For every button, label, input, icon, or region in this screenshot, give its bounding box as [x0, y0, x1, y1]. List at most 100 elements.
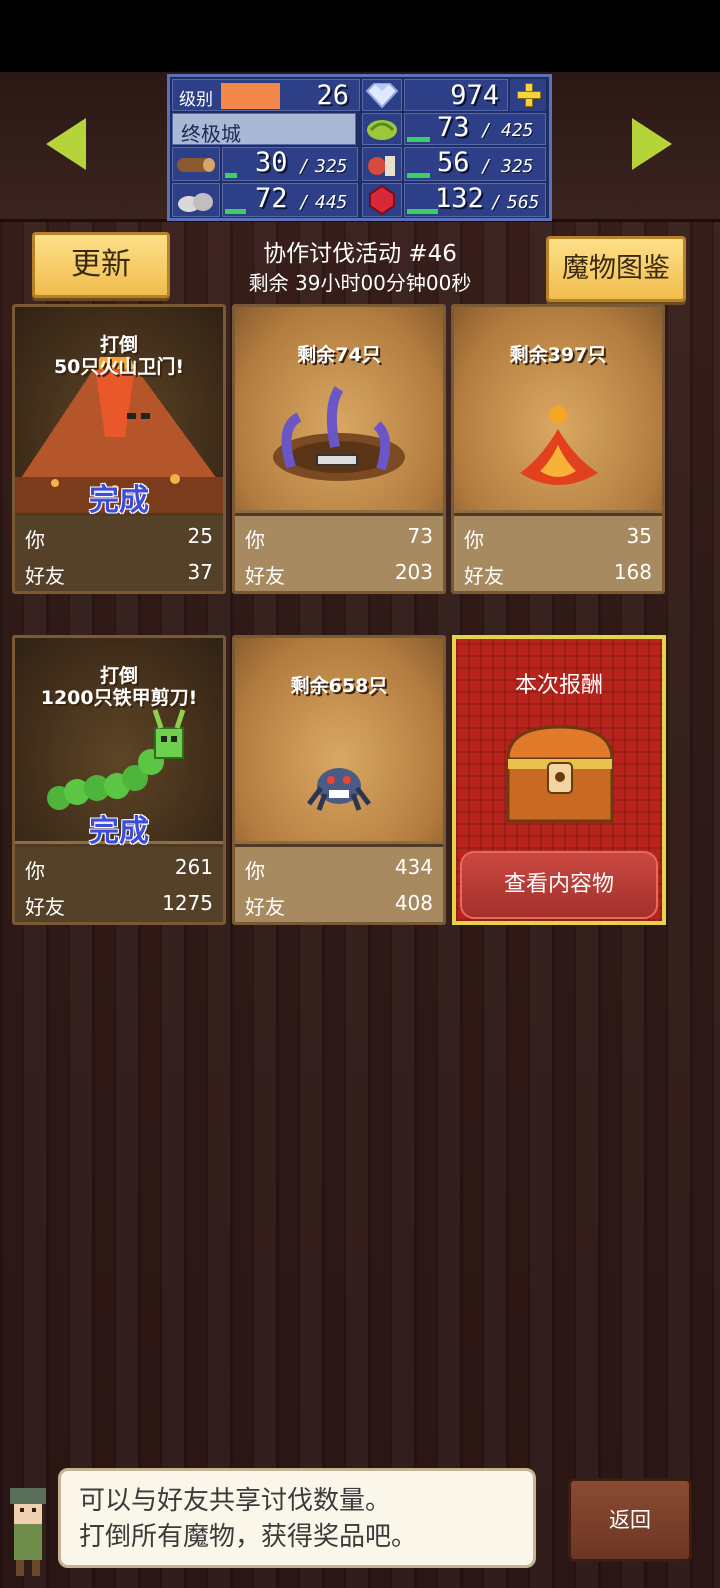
you-count: 261	[174, 855, 213, 879]
card-stats: 你 35 好友 168	[454, 516, 662, 591]
stone-icon	[172, 183, 220, 217]
you-row: 你 35	[464, 518, 652, 552]
you-label: 你	[25, 528, 45, 552]
done-badge: 完成	[89, 814, 149, 849]
monster-card-worm[interactable]: 剩余74只 你 73 好友 203	[232, 304, 446, 594]
monster-book-button[interactable]: 魔物图鉴	[546, 236, 686, 302]
food-cell: 56 / 325	[404, 147, 546, 181]
wood-separator: /	[299, 156, 310, 177]
ruby-bar	[407, 209, 438, 214]
view-contents-button[interactable]: 查看内容物	[460, 851, 658, 919]
grass-bar	[407, 137, 430, 142]
ruby-current: 132	[435, 183, 484, 214]
gem-count-cell: 974	[404, 79, 508, 111]
card-stats: 你 73 好友 203	[235, 516, 443, 591]
stone-current: 72	[255, 183, 288, 214]
level-label: 级别	[179, 90, 213, 110]
wood-cell: 30 / 325	[222, 147, 358, 181]
card-label-line1: 剩余74只	[297, 344, 381, 366]
friend-row: 好友 168	[464, 554, 652, 588]
card-label-line1: 剩余658只	[290, 675, 388, 697]
refresh-button[interactable]: 更新	[32, 232, 170, 298]
monster-card-caterpillar[interactable]: 打倒 1200只铁甲剪刀! 完成 你 261 好友 1275	[12, 635, 226, 925]
arrow-left-icon[interactable]	[46, 118, 86, 170]
wood-icon	[172, 147, 220, 181]
card-label-line1: 剩余397只	[509, 344, 607, 366]
arrow-right-icon[interactable]	[632, 118, 672, 170]
card-image-area	[235, 638, 443, 844]
you-label: 你	[245, 859, 265, 883]
you-label: 你	[245, 528, 265, 552]
wood-max: 325	[315, 156, 348, 177]
you-count: 434	[394, 855, 433, 879]
friend-row: 好友 1275	[25, 885, 213, 919]
worm-monster-icon	[273, 386, 405, 481]
ruby-icon	[362, 183, 402, 217]
you-row: 你 73	[245, 518, 433, 552]
card-stats: 你 261 好友 1275	[15, 847, 223, 922]
stone-separator: /	[299, 192, 310, 213]
card-image-area	[454, 307, 662, 513]
food-bar	[407, 173, 430, 178]
status-panel: 级别 26 974 终极城 73 / 425 30 / 325 56 / 325…	[167, 74, 552, 221]
hint-line-2: 打倒所有魔物，获得奖品吧。	[79, 1522, 418, 1552]
friend-count: 168	[613, 560, 652, 584]
food-separator: /	[481, 156, 492, 177]
grass-separator: /	[481, 120, 492, 141]
friend-label: 好友	[25, 564, 65, 588]
level-progress-bar	[221, 83, 280, 109]
hint-line-1: 可以与好友共享讨伐数量。	[79, 1486, 392, 1516]
town-name-cell: 终极城	[172, 113, 356, 146]
food-current: 56	[437, 147, 470, 178]
stone-cell: 72 / 445	[222, 183, 358, 217]
friend-count: 203	[394, 560, 433, 584]
ruby-cell: 132 / 565	[404, 183, 546, 217]
card-stats: 你 25 好友 37	[15, 516, 223, 591]
friend-label: 好友	[245, 564, 285, 588]
event-timer: 剩余 39小时00分钟00秒	[248, 271, 472, 295]
flame-monster-icon	[520, 406, 598, 485]
card-label-line1: 打倒	[99, 665, 138, 687]
gem-count: 974	[450, 80, 499, 111]
card-label-line2: 1200只铁甲剪刀!	[40, 687, 198, 709]
card-image-area	[235, 307, 443, 513]
you-count: 25	[187, 524, 213, 548]
stone-bar	[225, 209, 246, 214]
food-max: 325	[501, 156, 534, 177]
town-name: 终极城	[181, 122, 241, 146]
treasure-chest-icon	[506, 725, 614, 823]
monster-card-spider[interactable]: 剩余658只 你 434 好友 408	[232, 635, 446, 925]
you-row: 你 434	[245, 849, 433, 883]
grass-cell: 73 / 425	[404, 112, 546, 145]
done-badge: 完成	[89, 483, 149, 518]
stone-max: 445	[315, 192, 348, 213]
you-count: 35	[626, 524, 652, 548]
friend-count: 37	[187, 560, 213, 584]
grass-current: 73	[437, 112, 470, 143]
friend-label: 好友	[464, 564, 504, 588]
you-label: 你	[464, 528, 484, 552]
plus-icon[interactable]	[510, 79, 546, 111]
reward-card: 本次报酬 查看内容物	[452, 635, 666, 925]
card-stats: 你 434 好友 408	[235, 847, 443, 922]
friend-label: 好友	[245, 895, 285, 919]
wood-bar	[225, 173, 237, 178]
you-row: 你 261	[25, 849, 213, 883]
back-button[interactable]: 返回	[568, 1478, 692, 1562]
ruby-max: 565	[507, 192, 540, 213]
you-label: 你	[25, 859, 45, 883]
diamond-icon	[362, 79, 402, 111]
level-value: 26	[316, 80, 349, 111]
card-label-line2: 50只火山卫门!	[53, 356, 185, 378]
wood-current: 30	[255, 147, 288, 178]
monster-card-volcano[interactable]: 打倒 50只火山卫门! 完成 你 25 好友 37	[12, 304, 226, 594]
ruby-separator: /	[491, 192, 502, 213]
friend-count: 408	[394, 891, 433, 915]
level-cell: 级别 26	[172, 79, 360, 111]
friend-row: 好友 408	[245, 885, 433, 919]
friend-label: 好友	[25, 895, 65, 919]
spider-monster-icon	[307, 768, 371, 811]
grass-max: 425	[501, 120, 534, 141]
you-row: 你 25	[25, 518, 213, 552]
monster-card-flame[interactable]: 剩余397只 你 35 好友 168	[451, 304, 665, 594]
